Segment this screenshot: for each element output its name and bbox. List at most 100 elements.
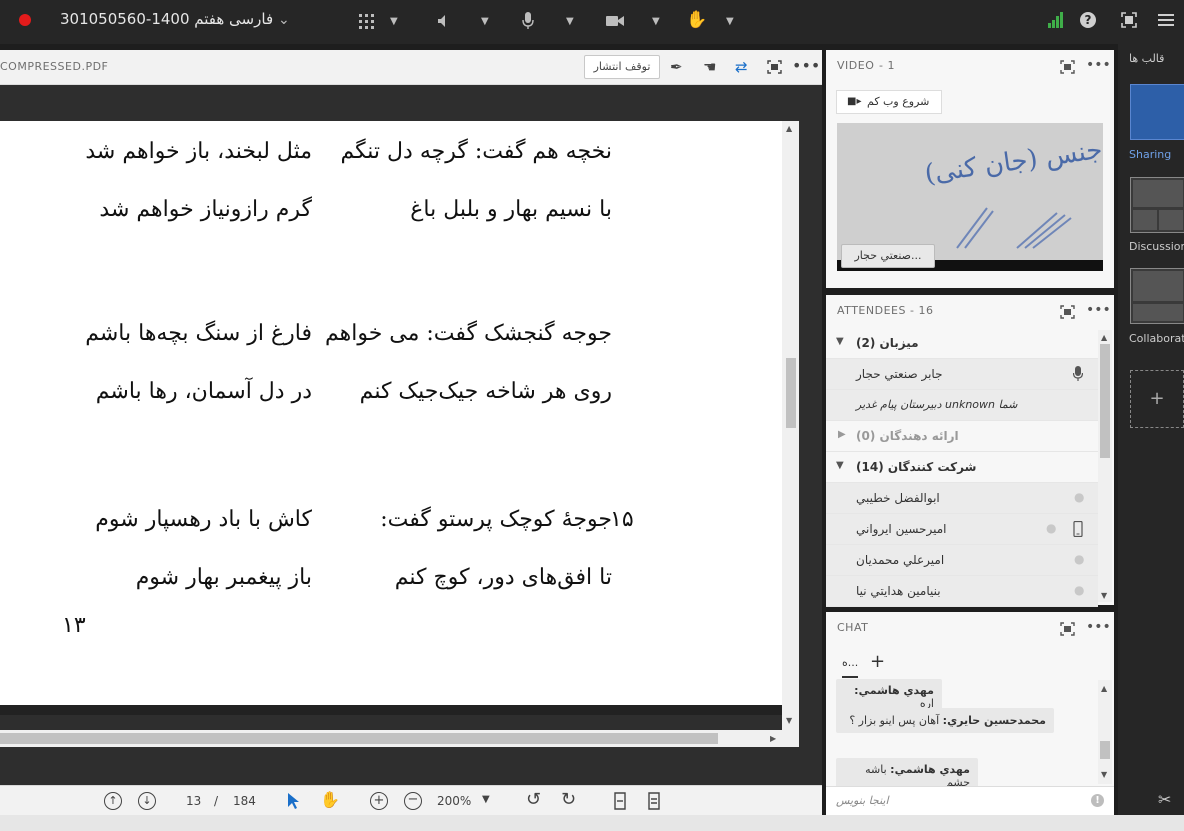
attendees-scroll-thumb[interactable] [1100,344,1110,458]
layout-block [1133,304,1183,321]
fit-page-icon[interactable] [613,792,627,810]
video-pod-options-icon[interactable]: ••• [1086,57,1111,73]
pan-hand-icon[interactable]: ✋ [320,790,340,809]
rotate-left-icon[interactable]: ↺ [526,789,541,810]
attendee-row-self[interactable]: شما unknown دبیرستان پیام غدیر [826,390,1098,421]
microphone-active-icon [1073,366,1083,381]
layout-label-collaboration[interactable]: Collaboration [1129,332,1184,345]
attendee-group-participants[interactable]: ▼ شرکت کنندگان (14) [826,452,1098,483]
layout-collaboration-thumbnail[interactable] [1130,268,1184,324]
collapsed-chevron-icon[interactable]: ▶ [838,429,846,440]
meeting-title: فارسی هفتم 1400-301050560 [60,10,274,28]
speaker-icon[interactable] [437,14,451,28]
start-webcam-label: شروع وب کم [867,95,930,108]
microphone-chevron-icon[interactable]: ▼ [566,16,574,27]
scroll-up-icon[interactable]: ▲ [786,124,792,133]
attendee-row[interactable]: اميرحسين ايرواني ● [826,514,1098,545]
chat-sender: مهدي هاشمي: [854,684,934,697]
microphone-muted-icon: ● [1074,583,1085,597]
help-icon[interactable]: ? [1080,12,1096,28]
attendee-group-hosts[interactable]: ▼ میزبان (2) [826,328,1098,359]
chat-tab[interactable]: ه... [842,656,858,669]
poem-line-left: باز پیغمبر بهار شوم [135,565,312,590]
poem-line-right: جوجه گنجشک گفت: می خواهم [324,321,612,346]
zoom-out-icon[interactable]: − [404,792,422,810]
apps-chevron-icon[interactable]: ▼ [390,16,398,27]
microphone-muted-icon: ● [1046,521,1057,535]
chat-options-icon[interactable]: ! [1091,794,1104,807]
video-pod-title: VIDEO [837,59,875,72]
attendee-row[interactable]: جابر صنعتي حجار [826,359,1098,390]
next-page-icon[interactable]: ↓ [138,792,156,810]
select-arrow-icon[interactable] [287,792,299,810]
layout-block [1133,210,1157,230]
expanded-chevron-icon[interactable]: ▼ [836,336,844,347]
fit-width-icon[interactable] [647,792,661,810]
vertical-scroll-thumb[interactable] [786,358,796,428]
add-layout-button[interactable]: + [1130,370,1184,428]
layout-sharing-thumbnail[interactable] [1130,84,1184,140]
group-label: ارائه دهندگان (0) [856,429,959,443]
annotate-pen-icon[interactable]: ✒ [670,58,683,76]
pointer-hand-icon[interactable]: ☚ [703,58,716,76]
camera-chevron-icon[interactable]: ▼ [652,16,660,27]
printed-page-number: ۱۳ [62,613,86,638]
pod-options-icon[interactable]: ••• [792,56,820,75]
microphone-icon[interactable] [522,12,534,30]
sync-arrows-icon[interactable]: ⇄ [735,58,748,76]
attendee-row[interactable]: اميرعلي محمديان ● [826,545,1098,576]
rotate-right-icon[interactable]: ↻ [561,789,576,810]
chat-message: محمدحسين حايري: آهان پس اينو بزار ؟ [836,708,1054,733]
start-webcam-button[interactable]: ■▸ شروع وب کم [836,90,942,114]
video-pod-fullscreen-icon[interactable] [1060,60,1075,74]
attendee-name: جابر صنعتي حجار [856,367,943,381]
previous-page-icon[interactable]: ↑ [104,792,122,810]
zoom-chevron-icon[interactable]: ▼ [482,794,490,805]
attendees-scroll-down-icon[interactable]: ▼ [1101,591,1107,600]
raise-hand-icon[interactable]: ✋ [686,10,707,30]
chat-scroll-up-icon[interactable]: ▲ [1101,684,1107,693]
tools-icon[interactable]: ✂ [1158,790,1171,809]
expanded-chevron-icon[interactable]: ▼ [836,460,844,471]
attendees-scroll-up-icon[interactable]: ▲ [1101,333,1107,342]
fullscreen-icon[interactable] [1121,12,1137,28]
speaker-chevron-icon[interactable]: ▼ [481,16,489,27]
attendees-pod-options-icon[interactable]: ••• [1086,302,1111,318]
chat-pod-options-icon[interactable]: ••• [1086,619,1111,635]
poem-line-left: مثل لبخند، باز خواهم شد [85,139,312,164]
pdf-page: نخچه هم گفت: گرچه دل تنگم مثل لبخند، باز… [0,121,782,705]
chat-scrollbar[interactable] [1098,680,1112,784]
add-chat-tab-button[interactable]: + [870,651,885,672]
status-strip [0,815,1184,831]
poem-line-right: جوجهٔ کوچک پرستو گفت: [380,507,612,532]
chat-scroll-thumb[interactable] [1100,741,1110,759]
menu-icon[interactable] [1158,14,1174,27]
pod-fullscreen-icon[interactable] [767,60,782,74]
zoom-level[interactable]: 200% [437,794,471,808]
poem-line-left: در دل آسمان، رها باشم [95,379,312,404]
attendee-row[interactable]: ابوالفضل خطيبي ● [826,483,1098,514]
layout-discussion-thumbnail[interactable] [1130,177,1184,233]
attendee-group-presenters[interactable]: ▶ ارائه دهندگان (0) [826,421,1098,452]
current-page-input[interactable]: 13 [186,794,201,808]
chat-input[interactable]: اینجا بنویس ! [826,786,1114,816]
meeting-menu-chevron-icon[interactable]: ⌄ [278,12,290,28]
attendees-pod-fullscreen-icon[interactable] [1060,305,1075,319]
layout-label-discussion[interactable]: Discussion [1129,240,1184,253]
scroll-down-icon[interactable]: ▼ [786,716,792,725]
microphone-muted-icon: ● [1074,490,1085,504]
scroll-right-icon[interactable]: ▶ [770,734,776,743]
recording-indicator-icon[interactable] [19,14,31,26]
stop-sharing-button[interactable]: توقف انتشار [584,55,660,79]
apps-grid-icon[interactable] [359,14,375,30]
attendee-name-self: شما unknown دبیرستان پیام غدیر [856,398,1018,411]
chat-pod-fullscreen-icon[interactable] [1060,622,1075,636]
zoom-in-icon[interactable]: + [370,792,388,810]
raise-hand-chevron-icon[interactable]: ▼ [726,16,734,27]
layout-label-sharing[interactable]: Sharing [1129,148,1171,161]
attendee-row[interactable]: بنيامين هدايتي نيا ● [826,576,1098,607]
horizontal-scroll-thumb[interactable] [0,733,718,744]
total-pages: 184 [233,794,256,808]
chat-scroll-down-icon[interactable]: ▼ [1101,770,1107,779]
camera-icon[interactable] [606,15,624,27]
